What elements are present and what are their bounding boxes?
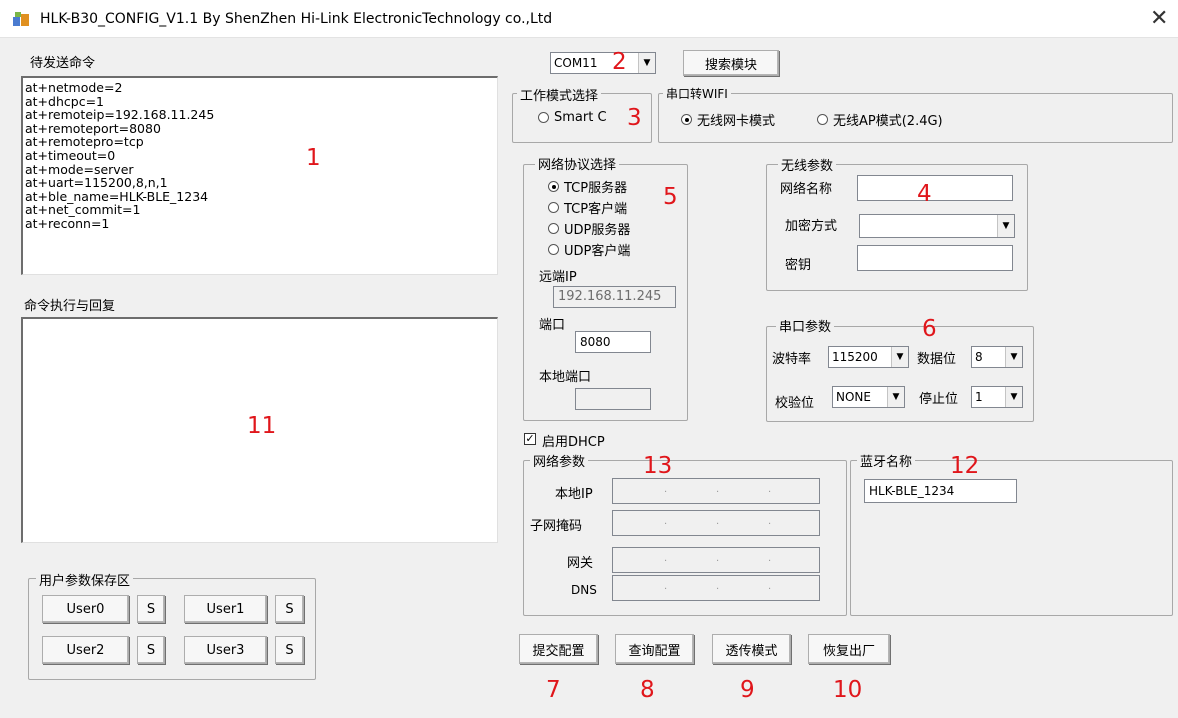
reply-label: 命令执行与回复: [24, 299, 116, 314]
stopbits-select[interactable]: 1 ▼: [971, 386, 1023, 408]
wireless-title: 无线参数: [778, 155, 837, 174]
baud-value: 115200: [832, 350, 878, 364]
parity-label: 校验位: [775, 396, 815, 411]
stopbits-value: 1: [975, 390, 983, 404]
gateway-label: 网关: [567, 556, 594, 571]
annotation-3: 3: [627, 105, 642, 131]
annotation-10: 10: [833, 677, 863, 703]
subnet-label: 子网掩码: [530, 519, 583, 534]
chevron-down-icon: ▼: [638, 53, 655, 73]
smart-c-radio[interactable]: Smart C: [538, 110, 607, 125]
port-field[interactable]: 8080: [575, 331, 651, 353]
baud-label: 波特率: [772, 352, 812, 367]
user3-save-button[interactable]: S: [275, 636, 304, 664]
annotation-13: 13: [643, 453, 673, 479]
tcp-server-radio[interactable]: TCP服务器: [548, 177, 627, 196]
dns-field[interactable]: . . .: [612, 575, 820, 601]
restore-factory-button[interactable]: 恢复出厂: [808, 634, 890, 664]
local-port-field[interactable]: [575, 388, 651, 410]
search-module-button[interactable]: 搜索模块: [683, 50, 779, 76]
wifi-card-mode-radio[interactable]: 无线网卡模式: [681, 110, 775, 129]
radio-dot: [538, 112, 549, 123]
subnet-field[interactable]: . . .: [612, 510, 820, 536]
passthrough-mode-button[interactable]: 透传模式: [712, 634, 791, 664]
annotation-5: 5: [663, 184, 678, 210]
submit-config-button[interactable]: 提交配置: [519, 634, 598, 664]
window-title: HLK-B30_CONFIG_V1.1 By ShenZhen Hi-Link …: [40, 11, 553, 27]
annotation-9: 9: [740, 677, 755, 703]
chevron-down-icon: ▼: [887, 387, 904, 407]
dhcp-label: 启用DHCP: [542, 435, 605, 450]
send-command-label: 待发送命令: [30, 56, 96, 71]
annotation-7: 7: [546, 677, 561, 703]
bluetooth-name-field[interactable]: HLK-BLE_1234: [864, 479, 1017, 503]
radio-dot: [817, 114, 828, 125]
databits-select[interactable]: 8 ▼: [971, 346, 1023, 368]
user2-save-button[interactable]: S: [137, 636, 165, 664]
radio-dot: [548, 202, 559, 213]
close-icon[interactable]: ✕: [1150, 6, 1168, 31]
port-label: 端口: [539, 318, 566, 333]
annotation-2: 2: [612, 49, 627, 75]
user-params-group: [28, 578, 316, 680]
local-ip-label: 本地IP: [555, 487, 593, 502]
tcp-client-radio[interactable]: TCP客户端: [548, 198, 627, 217]
annotation-12: 12: [950, 453, 980, 479]
dhcp-checkbox[interactable]: ✓: [524, 433, 536, 445]
ssid-label: 网络名称: [780, 182, 833, 197]
com-port-select[interactable]: COM11 ▼: [550, 52, 656, 74]
local-ip-field[interactable]: . . .: [612, 478, 820, 504]
key-field[interactable]: [857, 245, 1013, 271]
radio-dot-selected: [548, 181, 559, 192]
parity-select[interactable]: NONE ▼: [832, 386, 905, 408]
remote-ip-field[interactable]: 192.168.11.245: [553, 286, 676, 308]
udp-client-radio[interactable]: UDP客户端: [548, 240, 630, 259]
encrypt-select[interactable]: ▼: [859, 214, 1015, 238]
baud-select[interactable]: 115200 ▼: [828, 346, 909, 368]
command-textarea[interactable]: at+netmode=2 at+dhcpc=1 at+remoteip=192.…: [21, 76, 498, 275]
annotation-11: 11: [247, 413, 277, 439]
annotation-6: 6: [922, 316, 937, 342]
user1-save-button[interactable]: S: [275, 595, 304, 623]
annotation-8: 8: [640, 677, 655, 703]
serial-wifi-title: 串口转WIFI: [663, 85, 731, 102]
user0-save-button[interactable]: S: [137, 595, 165, 623]
encrypt-label: 加密方式: [785, 219, 838, 234]
udp-server-radio[interactable]: UDP服务器: [548, 219, 630, 238]
parity-value: NONE: [836, 390, 871, 404]
radio-dot: [548, 223, 559, 234]
chevron-down-icon: ▼: [1005, 347, 1022, 367]
databits-value: 8: [975, 350, 983, 364]
chevron-down-icon: ▼: [1005, 387, 1022, 407]
protocol-title: 网络协议选择: [535, 154, 620, 173]
radio-dot: [548, 244, 559, 255]
chevron-down-icon: ▼: [891, 347, 908, 367]
key-label: 密钥: [785, 258, 812, 273]
user2-button[interactable]: User2: [42, 636, 129, 664]
annotation-1: 1: [306, 145, 321, 171]
user3-button[interactable]: User3: [184, 636, 267, 664]
annotation-4: 4: [917, 181, 932, 207]
dns-label: DNS: [571, 583, 597, 597]
chevron-down-icon: ▼: [997, 215, 1014, 237]
radio-dot-selected: [681, 114, 692, 125]
query-config-button[interactable]: 查询配置: [615, 634, 694, 664]
serial-title: 串口参数: [776, 316, 835, 335]
user0-button[interactable]: User0: [42, 595, 129, 623]
ssid-field[interactable]: [857, 175, 1013, 201]
stopbits-label: 停止位: [919, 392, 959, 407]
ap-mode-radio[interactable]: 无线AP模式(2.4G): [817, 110, 943, 129]
user1-button[interactable]: User1: [184, 595, 267, 623]
remote-ip-label: 远端IP: [539, 270, 577, 285]
databits-label: 数据位: [917, 352, 957, 367]
user-params-title: 用户参数保存区: [36, 570, 134, 589]
local-port-label: 本地端口: [539, 370, 592, 385]
app-icon: [13, 12, 29, 26]
work-mode-title: 工作模式选择: [517, 85, 602, 104]
gateway-field[interactable]: . . .: [612, 547, 820, 573]
bluetooth-title: 蓝牙名称: [857, 451, 916, 470]
net-params-title: 网络参数: [530, 451, 589, 470]
